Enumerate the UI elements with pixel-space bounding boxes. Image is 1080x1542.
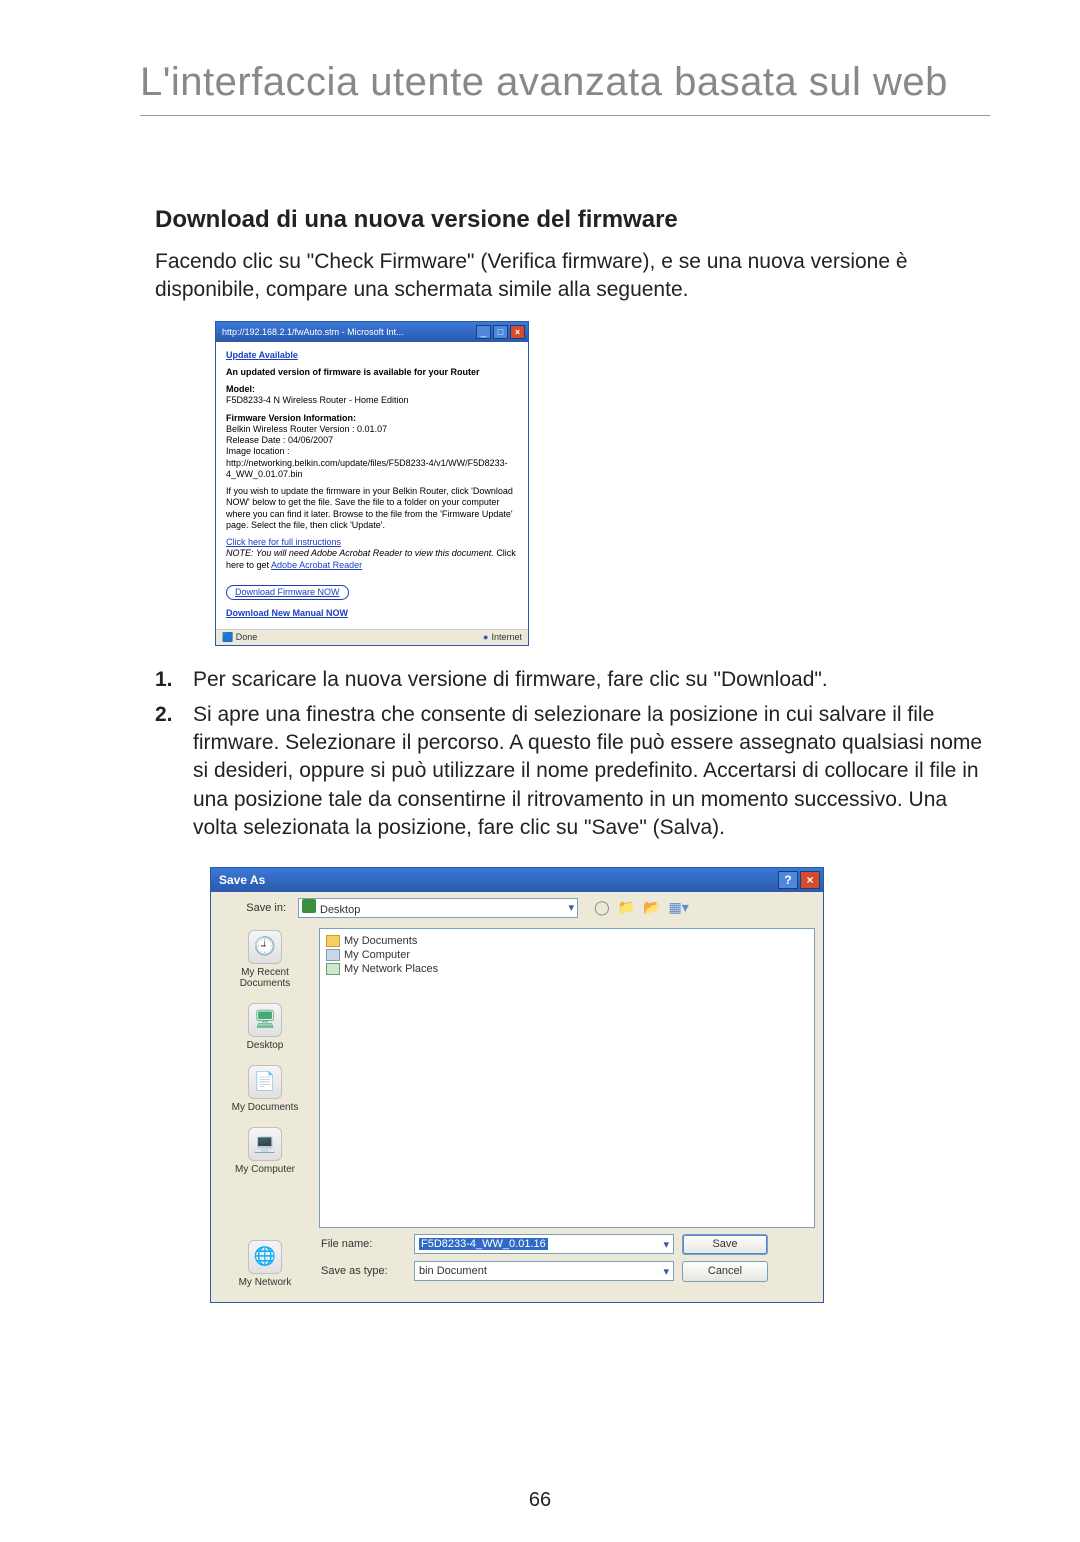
model-value: F5D8233-4 N Wireless Router - Home Editi… [226,395,409,405]
chevron-down-icon[interactable]: ▾ [663,1238,669,1251]
done-icon: 🟦 [222,632,233,642]
filename-label: File name: [321,1238,406,1250]
model-label: Model: [226,384,255,394]
update-available-link[interactable]: Update Available [226,350,298,360]
firmware-popup-window: http://192.168.2.1/fwAuto.stm - Microsof… [215,321,529,647]
place-mynetwork[interactable]: 🌐 My Network [215,1240,315,1288]
chevron-down-icon[interactable]: ▾ [663,1265,669,1278]
file-list-area[interactable]: My Documents My Computer My Network Plac… [319,928,815,1228]
list-item: 1. Per scaricare la nuova versione di fi… [155,666,990,694]
place-label: Desktop [215,1040,315,1051]
places-bar-bottom: 🌐 My Network [211,1234,319,1292]
ie-titlebar: http://192.168.2.1/fwAuto.stm - Microsof… [216,322,528,342]
views-icon[interactable]: ▦▾ [669,899,689,916]
page-title: L'interfaccia utente avanzata basata sul… [140,60,990,105]
recent-icon: 🕘 [248,930,282,964]
page-number: 66 [0,1489,1080,1512]
fw-release: Release Date : 04/06/2007 [226,435,333,445]
chevron-down-icon[interactable]: ▾ [568,901,574,914]
status-zone: Internet [491,632,522,642]
network-icon [326,963,340,975]
instruction-list: 1. Per scaricare la nuova versione di fi… [155,666,990,842]
list-number: 2. [155,701,193,843]
computer-icon: 💻 [248,1127,282,1161]
ie-title-text: http://192.168.2.1/fwAuto.stm - Microsof… [222,327,404,337]
fw-info-label: Firmware Version Information: [226,413,356,423]
adobe-reader-link[interactable]: Adobe Acrobat Reader [271,560,362,570]
download-firmware-button[interactable]: Download Firmware NOW [226,585,349,600]
full-instructions-link[interactable]: Click here for full instructions [226,537,341,547]
savein-value: Desktop [320,904,360,916]
list-item[interactable]: My Documents [326,935,808,947]
note-text: NOTE: You will need Adobe Acrobat Reader… [226,548,496,558]
list-number: 1. [155,666,193,694]
place-label: My Network [215,1277,315,1288]
file-label: My Documents [344,935,417,947]
place-label: My Computer [215,1164,315,1175]
file-label: My Network Places [344,963,438,975]
list-item[interactable]: My Network Places [326,963,808,975]
list-text: Per scaricare la nuova versione di firmw… [193,666,990,694]
places-bar: 🕘 My Recent Documents 🖥 Desktop 📄 My Doc… [211,924,319,1228]
globe-icon: ● [483,632,488,642]
list-text: Si apre una finestra che consente di sel… [193,701,990,843]
place-mycomputer[interactable]: 💻 My Computer [215,1127,315,1175]
close-icon[interactable]: × [510,325,525,339]
place-label: My Documents [215,1102,315,1113]
desktop-icon [302,899,316,913]
saveastype-field[interactable]: bin Document ▾ [414,1261,674,1281]
saveastype-value: bin Document [419,1265,487,1277]
status-done: Done [236,632,258,642]
up-icon[interactable]: 📁 [618,899,635,916]
network-icon: 🌐 [248,1240,282,1274]
back-icon[interactable]: ◯ [594,899,610,916]
intro-paragraph: Facendo clic su "Check Firmware" (Verifi… [155,248,990,305]
file-label: My Computer [344,949,410,961]
ie-statusbar: 🟦 Done ●Internet [216,629,528,645]
place-label: My Recent Documents [215,967,315,989]
download-manual-link[interactable]: Download New Manual NOW [226,608,348,618]
savein-combo[interactable]: Desktop ▾ [298,898,578,918]
minimize-icon[interactable]: _ [476,325,491,339]
fw-imgloc: http://networking.belkin.com/update/file… [226,458,508,479]
fw-imgloc-label: Image location : [226,446,290,456]
desktop-icon: 🖥 [248,1003,282,1037]
section-heading: Download di una nuova versione del firmw… [155,206,990,234]
place-mydocs[interactable]: 📄 My Documents [215,1065,315,1113]
list-item[interactable]: My Computer [326,949,808,961]
savein-label: Save in: [219,902,292,914]
folder-icon [326,935,340,947]
place-desktop[interactable]: 🖥 Desktop [215,1003,315,1051]
fw-version: Belkin Wireless Router Version : 0.01.07 [226,424,387,434]
save-as-dialog: Save As ? × Save in: Desktop ▾ ◯ 📁 📂 ▦▾ [210,867,824,1303]
help-icon[interactable]: ? [778,871,798,889]
computer-icon [326,949,340,961]
new-folder-icon[interactable]: 📂 [643,899,660,916]
cancel-button[interactable]: Cancel [682,1261,768,1282]
saveas-title-text: Save As [219,873,265,887]
save-button[interactable]: Save [682,1234,768,1255]
list-item: 2. Si apre una finestra che consente di … [155,701,990,843]
place-recent[interactable]: 🕘 My Recent Documents [215,930,315,989]
maximize-icon[interactable]: □ [493,325,508,339]
update-text: An updated version of firmware is availa… [226,367,518,378]
title-rule [140,115,990,116]
filename-field[interactable]: F5D8233-4_WW_0.01.16 ▾ [414,1234,674,1254]
saveastype-label: Save as type: [321,1265,406,1277]
close-icon[interactable]: × [800,871,820,889]
fw-instructions: If you wish to update the firmware in yo… [226,486,518,531]
filename-value: F5D8233-4_WW_0.01.16 [419,1238,548,1250]
saveas-toolbar: Save in: Desktop ▾ ◯ 📁 📂 ▦▾ [211,892,823,924]
saveas-titlebar: Save As ? × [211,868,823,892]
documents-icon: 📄 [248,1065,282,1099]
